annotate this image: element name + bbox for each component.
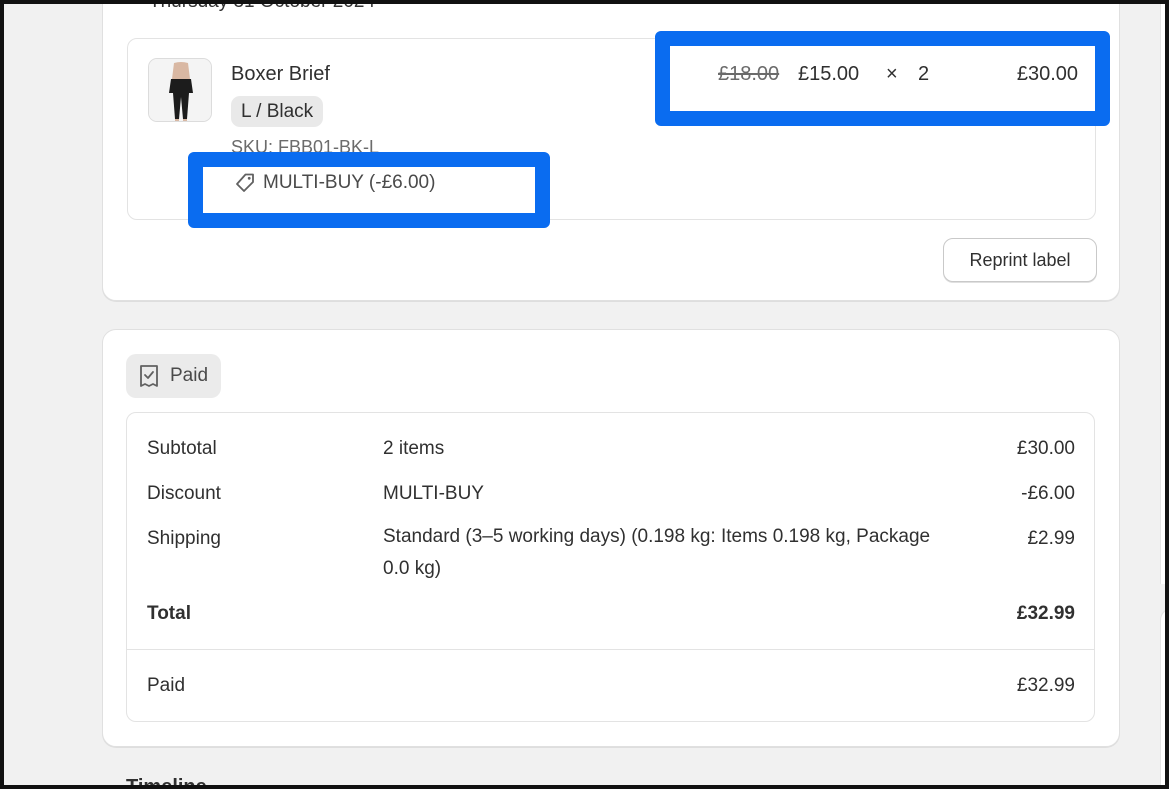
side-panel-edge xyxy=(1160,4,1165,584)
line-discount-text: MULTI-BUY (-£6.00) xyxy=(263,172,436,193)
line-discount: MULTI-BUY (-£6.00) xyxy=(234,172,435,194)
product-sku: SKU: FBB01-BK-L xyxy=(231,137,380,157)
variant-badge: L / Black xyxy=(231,96,324,127)
discount-label: Discount xyxy=(147,483,221,504)
payment-summary: Subtotal 2 items £30.00 Discount MULTI-B… xyxy=(126,412,1095,722)
reprint-label-button[interactable]: Reprint label xyxy=(943,238,1097,282)
receipt-check-icon xyxy=(140,365,158,387)
side-panel-edge-lower xyxy=(1160,608,1165,785)
total-label: Total xyxy=(147,603,191,624)
summary-divider xyxy=(127,649,1094,650)
shipping-label: Shipping xyxy=(147,528,221,549)
line-total: £30.00 xyxy=(1016,63,1078,85)
fulfillment-card: Thursday 31 October 2024 Boxer Brief L /… xyxy=(102,4,1120,301)
order-page: Thursday 31 October 2024 Boxer Brief L /… xyxy=(4,4,1165,785)
payment-status-text: Paid xyxy=(170,365,209,386)
quantity: 2 xyxy=(918,63,930,85)
discount-value: -£6.00 xyxy=(1021,483,1075,504)
original-price: £18.00 xyxy=(718,63,780,85)
total-value: £32.99 xyxy=(1016,603,1075,624)
paid-value: £32.99 xyxy=(1016,675,1075,696)
discount-detail: MULTI-BUY xyxy=(383,483,484,504)
fulfillment-date: Thursday 31 October 2024 xyxy=(149,4,375,13)
shipping-value: £2.99 xyxy=(1027,528,1075,549)
product-thumbnail[interactable] xyxy=(148,58,212,122)
line-pricing: £18.00 £15.00 × 2 £30.00 xyxy=(718,63,1078,93)
payment-status-badge: Paid xyxy=(126,354,222,398)
shipping-detail: Standard (3–5 working days) (0.198 kg: I… xyxy=(383,526,931,579)
unit-price: £15.00 xyxy=(798,63,860,85)
subtotal-value: £30.00 xyxy=(1016,438,1075,459)
times-sign: × xyxy=(886,63,898,85)
payment-card: Paid Subtotal 2 items £30.00 Discount MU… xyxy=(102,329,1120,747)
subtotal-detail: 2 items xyxy=(383,438,445,459)
product-image-icon xyxy=(149,59,211,121)
tag-icon xyxy=(236,173,254,192)
timeline-heading: Timeline xyxy=(126,776,207,785)
product-title[interactable]: Boxer Brief xyxy=(231,63,330,86)
paid-label: Paid xyxy=(147,675,186,696)
subtotal-label: Subtotal xyxy=(147,438,217,459)
line-item: Boxer Brief L / Black SKU: FBB01-BK-L MU… xyxy=(127,38,1096,220)
